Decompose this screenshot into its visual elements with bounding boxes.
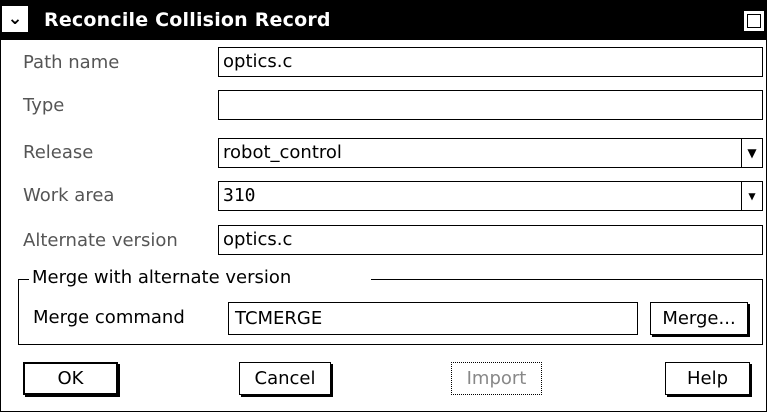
groupbox-corner xyxy=(18,279,29,290)
dropdown-arrow-icon[interactable]: ▼ xyxy=(741,139,762,167)
type-field[interactable] xyxy=(218,90,763,120)
maximize-icon[interactable] xyxy=(743,10,765,32)
groupbox-top-edge xyxy=(371,279,763,280)
merge-command-label: Merge command xyxy=(33,307,185,328)
cancel-button[interactable]: Cancel xyxy=(239,362,331,395)
alternate-version-label: Alternate version xyxy=(23,230,178,251)
merge-button[interactable]: Merge... xyxy=(650,302,748,335)
type-label: Type xyxy=(23,95,65,116)
release-label: Release xyxy=(23,142,94,163)
title-bar: ⌄ Reconcile Collision Record xyxy=(0,0,767,40)
ok-button[interactable]: OK xyxy=(23,362,118,395)
help-button[interactable]: Help xyxy=(665,362,750,395)
merge-group-title: Merge with alternate version xyxy=(30,267,294,288)
window-title: Reconcile Collision Record xyxy=(44,9,331,31)
path-name-field[interactable]: optics.c xyxy=(218,47,763,77)
release-dropdown[interactable]: robot_control ▼ xyxy=(218,138,763,168)
work-area-dropdown[interactable]: 310 ▼ xyxy=(218,181,763,211)
system-menu-icon[interactable]: ⌄ xyxy=(2,6,28,32)
work-area-label: Work area xyxy=(23,185,115,206)
alternate-version-field[interactable]: optics.c xyxy=(218,225,763,255)
dropdown-arrow-icon[interactable]: ▼ xyxy=(741,182,762,210)
release-value: robot_control xyxy=(223,142,342,163)
work-area-value: 310 xyxy=(223,185,256,206)
merge-command-field[interactable]: TCMERGE xyxy=(228,302,638,335)
path-name-label: Path name xyxy=(23,52,120,73)
import-button[interactable]: Import xyxy=(451,362,542,395)
